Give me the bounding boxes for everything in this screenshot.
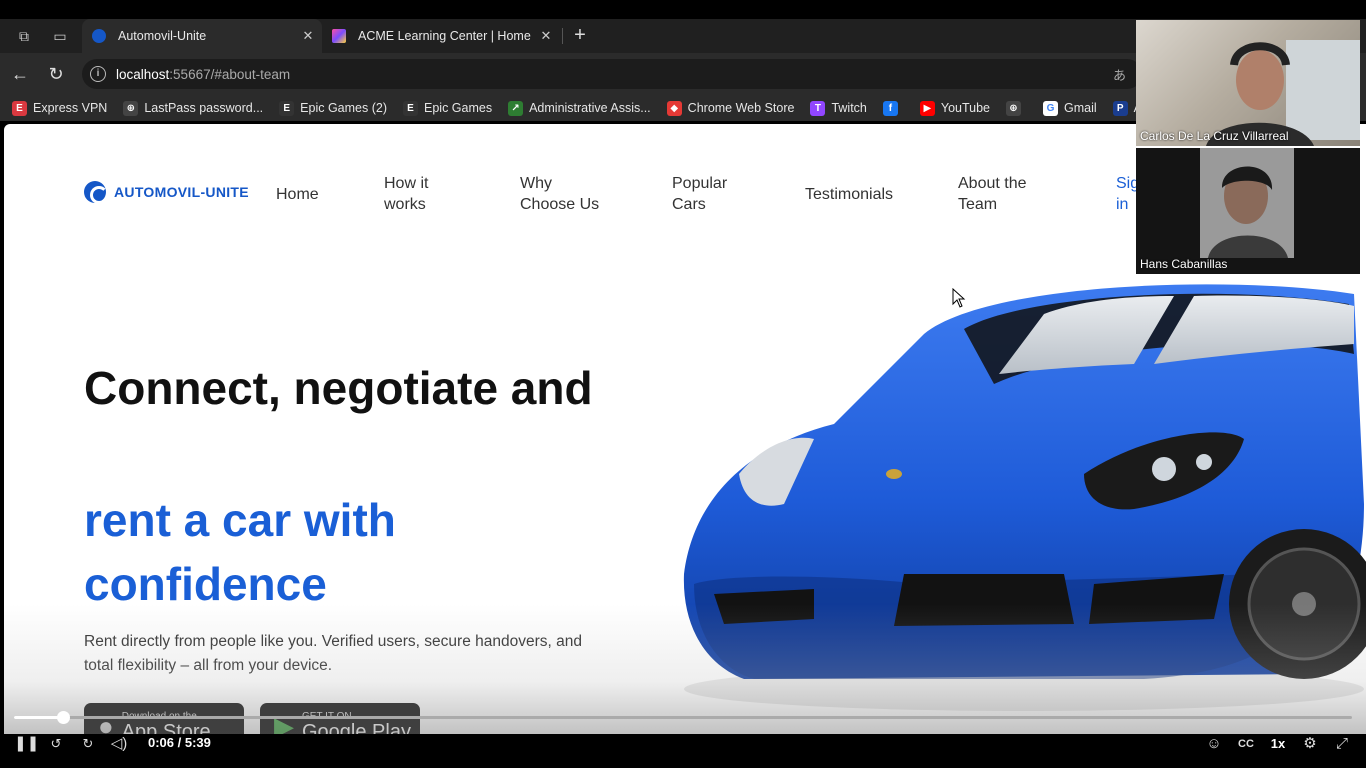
settings-gear-icon[interactable]: ⚙ [1300, 733, 1320, 755]
logo-text: AUTOMOVIL-UNITE [114, 184, 249, 200]
back-icon[interactable]: ← [9, 63, 31, 85]
nav-popular-cars[interactable]: Popular Cars [672, 173, 742, 215]
tab-title: Automovil-Unite [118, 29, 207, 43]
site-info-icon[interactable]: i [90, 66, 106, 82]
apple-icon: ● [98, 710, 114, 735]
bookmark-label: Twitch [831, 101, 867, 115]
nav-how-it-works[interactable]: How it works [384, 173, 454, 215]
pause-icon[interactable]: ❚❚ [14, 733, 39, 755]
participant-video [1206, 40, 1360, 146]
twitch-icon: T [810, 100, 826, 116]
new-tab-icon[interactable]: + [570, 25, 590, 47]
bookmark-item[interactable]: ⊕ [1006, 100, 1027, 116]
mouse-cursor-icon [952, 288, 966, 308]
hero-heading: Connect, negotiate and [84, 362, 593, 414]
epic-icon: E [403, 100, 418, 116]
app-store-label: App Store [121, 720, 211, 735]
seek-bar[interactable] [14, 711, 1352, 724]
bookmark-item[interactable]: E Epic Games (2) [279, 100, 387, 116]
bookmark-item[interactable]: f [882, 100, 904, 116]
facebook-icon: f [882, 100, 898, 116]
nav-home[interactable]: Home [276, 184, 319, 205]
participants-icon[interactable]: ☺ [1204, 733, 1224, 755]
bookmark-label: Gmail [1064, 101, 1097, 115]
hero-car-image [683, 284, 1366, 711]
address-bar[interactable]: i localhost:55667/#about-team あ [82, 59, 1142, 89]
close-tab-icon[interactable]: ✕ [538, 28, 554, 44]
forward-10-icon[interactable]: ↻ [78, 733, 98, 755]
webstore-icon: ◆ [666, 100, 682, 116]
bookmark-item[interactable]: T Twitch [810, 100, 867, 116]
google-icon: G [1043, 100, 1058, 116]
paypal-icon: P [1112, 100, 1128, 116]
url-text: localhost:55667/#about-team [116, 66, 291, 82]
participant-name: Hans Cabanillas [1140, 257, 1228, 271]
hero-description: Rent directly from people like you. Veri… [84, 633, 582, 674]
playback-time: 0:06 / 5:39 [148, 735, 211, 750]
epic-icon: E [279, 100, 295, 116]
tab-automovil-unite[interactable]: Automovil-Unite ✕ [82, 19, 322, 53]
bookmark-item[interactable]: E Express VPN [12, 100, 108, 116]
participant-tile[interactable]: Carlos De La Cruz Villarreal [1136, 20, 1360, 146]
bookmark-label: Express VPN [33, 101, 108, 115]
tab-actions-icon[interactable]: ▭ [50, 26, 70, 46]
globe-icon: ⊕ [123, 100, 139, 116]
bookmark-item[interactable]: ◆ Chrome Web Store [666, 100, 795, 116]
bookmark-item[interactable]: ⊕ LastPass password... [123, 100, 264, 116]
youtube-icon: ▶ [919, 100, 935, 116]
participant-video [1200, 148, 1294, 258]
bookmark-item[interactable]: E Epic Games [403, 100, 493, 116]
bookmark-label: YouTube [940, 101, 990, 115]
logo-icon [84, 181, 108, 204]
close-tab-icon[interactable]: ✕ [300, 28, 316, 44]
tab-title: ACME Learning Center | Home [358, 29, 531, 43]
playback-speed[interactable]: 1x [1268, 733, 1288, 755]
google-play-label: Google Play [302, 720, 411, 735]
chart-icon: ↗ [508, 100, 524, 116]
bookmark-item[interactable]: ▶ YouTube [919, 100, 990, 116]
google-play-icon: ▶ [274, 710, 294, 735]
tab-separator [562, 28, 563, 44]
automovil-favicon [92, 29, 106, 43]
tab-acme-learning[interactable]: ACME Learning Center | Home ✕ [322, 19, 560, 53]
workspaces-icon[interactable]: ⧉ [14, 26, 34, 46]
reload-icon[interactable]: ↻ [45, 63, 67, 85]
participant-tile[interactable]: Hans Cabanillas [1136, 148, 1360, 274]
bookmark-label: Epic Games (2) [300, 101, 387, 115]
bookmark-label: Epic Games [424, 101, 493, 115]
screen: ⧉ ▭ Automovil-Unite ✕ ACME Learning Cent… [0, 0, 1366, 768]
bookmark-label: LastPass password... [144, 101, 264, 115]
rewind-10-icon[interactable]: ↺ [46, 733, 66, 755]
volume-icon[interactable]: ◁) [108, 733, 130, 755]
nav-about-the-team[interactable]: About the Team [958, 173, 1048, 215]
globe-icon: ⊕ [1006, 100, 1021, 116]
participant-name: Carlos De La Cruz Villarreal [1140, 129, 1289, 143]
bookmark-label: Administrative Assis... [529, 101, 651, 115]
nav-testimonials[interactable]: Testimonials [805, 184, 893, 205]
bookmark-item[interactable]: G Gmail [1043, 100, 1097, 116]
fullscreen-icon[interactable]: ⤢ [1332, 733, 1352, 755]
captions-icon[interactable]: CC [1236, 733, 1256, 755]
bookmark-label: Chrome Web Store [687, 101, 795, 115]
bookmark-item[interactable]: ↗ Administrative Assis... [508, 100, 651, 116]
seek-progress [14, 716, 60, 719]
translate-icon[interactable]: あ [1113, 65, 1126, 84]
nav-why-choose-us[interactable]: Why Choose Us [520, 173, 610, 215]
acme-favicon [332, 29, 346, 43]
site-logo[interactable]: AUTOMOVIL-UNITE [84, 181, 249, 204]
expressvpn-icon: E [12, 100, 27, 116]
hero-heading-accent: rent a car with confidence [84, 494, 396, 610]
